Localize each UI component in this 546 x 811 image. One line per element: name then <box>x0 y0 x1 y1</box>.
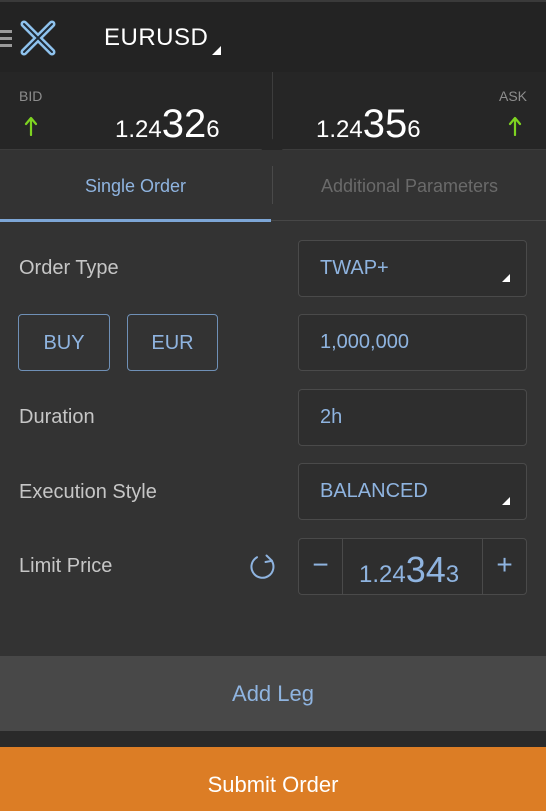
currency-toggle-button[interactable]: EUR <box>127 314 218 371</box>
bid-price[interactable]: 1.24326 <box>115 102 220 147</box>
submit-order-button[interactable]: Submit Order <box>0 747 546 811</box>
dropdown-caret-icon <box>502 497 510 505</box>
price-panel: BID 1.24326 1.24356 ASK <box>0 72 546 162</box>
limit-price-stepper: − 1.24343 + <box>298 538 527 595</box>
ask-label: ASK <box>498 88 527 104</box>
amount-value: 1,000,000 <box>320 331 409 353</box>
execution-style-label: Execution Style <box>19 481 157 503</box>
tab-single-order[interactable]: Single Order <box>0 150 271 222</box>
ask-up-arrow-icon <box>508 116 522 136</box>
dropdown-caret-icon <box>502 274 510 282</box>
duration-label: Duration <box>19 406 95 428</box>
refresh-icon[interactable] <box>247 551 279 583</box>
buy-sell-toggle-button[interactable]: BUY <box>18 314 110 371</box>
currency-pair-selector[interactable]: EURUSD <box>104 24 208 52</box>
order-tabs: Single Order Additional Parameters <box>0 150 546 222</box>
increment-button[interactable]: + <box>482 539 526 594</box>
amount-input[interactable]: 1,000,000 <box>298 314 527 371</box>
ask-price[interactable]: 1.24356 <box>316 102 421 147</box>
execution-style-select[interactable]: BALANCED <box>298 463 527 520</box>
bid-label: BID <box>19 88 43 104</box>
footer-divider <box>0 731 546 747</box>
x-logo-icon <box>20 20 56 56</box>
duration-value: 2h <box>320 406 343 428</box>
order-type-select[interactable]: TWAP+ <box>298 240 527 297</box>
order-type-label: Order Type <box>19 257 119 279</box>
order-type-value: TWAP+ <box>320 257 389 279</box>
execution-style-value: BALANCED <box>320 480 428 502</box>
duration-input[interactable]: 2h <box>298 389 527 446</box>
decrement-button[interactable]: − <box>299 539 343 594</box>
tab-additional-parameters[interactable]: Additional Parameters <box>273 150 546 221</box>
hamburger-menu-icon[interactable] <box>0 30 12 48</box>
dropdown-caret-icon[interactable] <box>212 46 221 55</box>
limit-price-label: Limit Price <box>19 555 113 577</box>
order-ticket-app: EURUSD BID 1.24326 1.24356 ASK Single Or… <box>0 0 546 811</box>
bid-up-arrow-icon <box>24 116 38 136</box>
add-leg-button[interactable]: Add Leg <box>0 656 546 731</box>
limit-price-value[interactable]: 1.24343 <box>359 549 459 591</box>
top-bar: EURUSD <box>0 0 546 72</box>
